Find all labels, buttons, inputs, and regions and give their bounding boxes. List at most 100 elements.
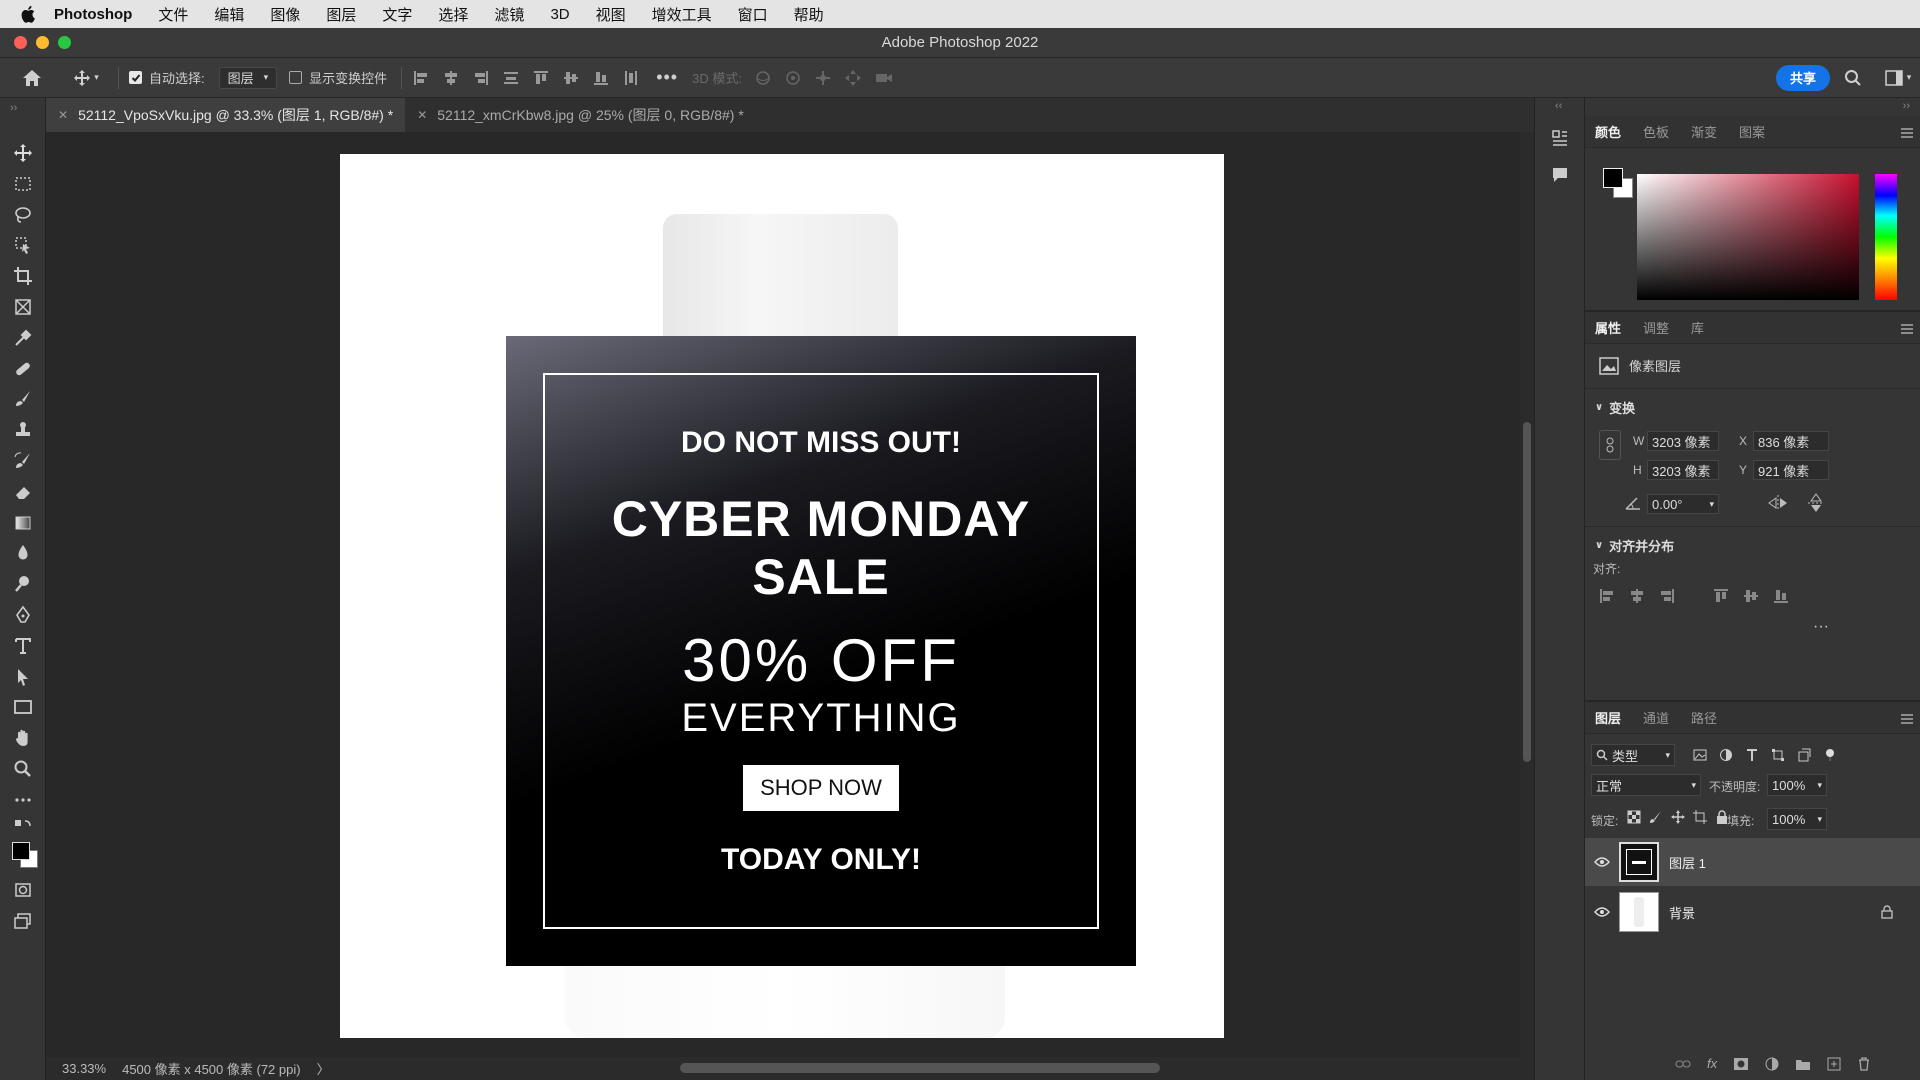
panel-menu-icon[interactable] <box>1901 126 1913 141</box>
tab-swatches[interactable]: 色板 <box>1643 122 1669 141</box>
close-tab-icon[interactable]: ✕ <box>417 108 427 122</box>
collapse-panels-icon[interactable]: ›› <box>1903 100 1910 112</box>
x-position-field[interactable]: 836 像素 <box>1753 431 1829 451</box>
3d-slide-icon[interactable] <box>844 69 862 87</box>
color-swatches[interactable] <box>6 838 40 874</box>
delete-layer-icon[interactable] <box>1857 1056 1871 1071</box>
comments-panel-icon[interactable] <box>1550 165 1570 188</box>
tab-gradients[interactable]: 渐变 <box>1691 122 1717 141</box>
align-middle-icon[interactable] <box>1743 588 1759 604</box>
3d-orbit-icon[interactable] <box>754 69 772 87</box>
filter-pixel-icon[interactable] <box>1693 748 1707 762</box>
new-layer-icon[interactable] <box>1827 1057 1841 1071</box>
new-adjustment-layer-icon[interactable] <box>1765 1057 1779 1071</box>
lock-position-icon[interactable] <box>1671 810 1685 824</box>
layer-row-selected[interactable]: 图层 1 <box>1585 838 1920 886</box>
add-mask-icon[interactable] <box>1733 1057 1749 1071</box>
screen-mode-icon[interactable] <box>6 906 40 936</box>
collapse-strip-icon[interactable]: ‹‹ <box>1555 100 1562 112</box>
history-brush-icon[interactable] <box>6 446 40 476</box>
tab-patterns[interactable]: 图案 <box>1739 122 1765 141</box>
crop-icon[interactable] <box>6 261 40 291</box>
filter-adjustment-icon[interactable] <box>1719 748 1733 762</box>
tab-paths[interactable]: 路径 <box>1691 708 1717 727</box>
foreground-color-chip[interactable] <box>1603 168 1623 188</box>
align-left-edges-icon[interactable] <box>412 69 430 87</box>
layer-style-fx-button[interactable]: fx <box>1707 1056 1717 1071</box>
zoom-level[interactable]: 33.33% <box>62 1061 106 1076</box>
filter-toggle-icon[interactable] <box>1823 748 1837 762</box>
opacity-field[interactable]: 100% ▾ <box>1767 774 1827 796</box>
lock-artboard-icon[interactable] <box>1693 810 1707 824</box>
edit-toolbar-icon[interactable] <box>6 785 40 815</box>
blur-icon[interactable] <box>6 538 40 568</box>
width-field[interactable]: 3203 像素 <box>1647 431 1719 451</box>
menu-photoshop[interactable]: Photoshop <box>54 6 132 23</box>
zoom-window-button[interactable] <box>58 36 71 49</box>
menu-layer[interactable]: 图层 <box>326 4 356 25</box>
eyedropper-icon[interactable] <box>6 323 40 353</box>
menu-plugins[interactable]: 增效工具 <box>652 4 712 25</box>
document-canvas[interactable]: DO NOT MISS OUT! CYBER MONDAY SALE 30% O… <box>340 154 1224 1038</box>
minimize-window-button[interactable] <box>36 36 49 49</box>
align-horizontal-centers-icon[interactable] <box>442 69 460 87</box>
angle-field[interactable]: 0.00° ▾ <box>1647 494 1719 514</box>
align-bottom-edges-icon[interactable] <box>592 69 610 87</box>
home-icon[interactable] <box>0 69 64 87</box>
menu-select[interactable]: 选择 <box>438 4 468 25</box>
brush-icon[interactable] <box>6 384 40 414</box>
eraser-icon[interactable] <box>6 477 40 507</box>
flip-vertical-icon[interactable] <box>1807 492 1825 514</box>
menu-image[interactable]: 图像 <box>270 4 300 25</box>
search-icon[interactable] <box>1830 69 1876 87</box>
menu-edit[interactable]: 编辑 <box>214 4 244 25</box>
move-tool-icon[interactable] <box>6 138 40 168</box>
align-right-icon[interactable] <box>1659 588 1675 604</box>
sale-banner-layer[interactable]: DO NOT MISS OUT! CYBER MONDAY SALE 30% O… <box>506 336 1136 966</box>
show-transform-toggle[interactable]: 显示变换控件 <box>289 68 387 87</box>
tab-layers[interactable]: 图层 <box>1595 708 1621 727</box>
more-align-options[interactable]: ··· <box>1813 618 1829 636</box>
menu-filter[interactable]: 滤镜 <box>494 4 524 25</box>
quick-mask-icon[interactable] <box>6 875 40 905</box>
layer-name[interactable]: 背景 <box>1669 903 1695 922</box>
healing-brush-icon[interactable] <box>6 354 40 384</box>
height-field[interactable]: 3203 像素 <box>1647 460 1719 480</box>
menu-window[interactable]: 窗口 <box>738 4 768 25</box>
fill-field[interactable]: 100% ▾ <box>1767 808 1827 830</box>
path-selection-icon[interactable] <box>6 662 40 692</box>
history-panel-icon[interactable] <box>1550 128 1570 151</box>
menu-3d[interactable]: 3D <box>550 6 569 23</box>
menu-help[interactable]: 帮助 <box>794 4 824 25</box>
lasso-icon[interactable] <box>6 200 40 230</box>
3d-pan-icon[interactable] <box>814 69 832 87</box>
align-top-edges-icon[interactable] <box>532 69 550 87</box>
auto-select-target-dropdown[interactable]: 图层 ▾ <box>218 66 278 89</box>
tab-libraries[interactable]: 库 <box>1691 318 1704 337</box>
distribute-vertical-icon[interactable] <box>502 69 520 87</box>
document-tab[interactable]: ✕ 52112_xmCrKbw8.jpg @ 25% (图层 0, RGB/8#… <box>405 98 756 132</box>
align-right-edges-icon[interactable] <box>472 69 490 87</box>
status-menu-arrow[interactable]: 〉 <box>317 1059 330 1078</box>
pen-icon[interactable] <box>6 600 40 630</box>
align-center-icon[interactable] <box>1629 588 1645 604</box>
rectangular-marquee-icon[interactable] <box>6 169 40 199</box>
layer-filter-dropdown[interactable]: 类型 ▾ <box>1591 744 1675 766</box>
panel-menu-icon[interactable] <box>1901 322 1913 337</box>
filter-smart-object-icon[interactable] <box>1797 748 1811 762</box>
close-window-button[interactable] <box>14 36 27 49</box>
scrollbar-thumb[interactable] <box>1523 422 1531 762</box>
hand-icon[interactable] <box>6 723 40 753</box>
menu-file[interactable]: 文件 <box>158 4 188 25</box>
more-options-icon[interactable]: ••• <box>656 67 678 88</box>
align-vertical-centers-icon[interactable] <box>562 69 580 87</box>
document-tab-active[interactable]: ✕ 52112_VpoSxVku.jpg @ 33.3% (图层 1, RGB/… <box>46 98 406 132</box>
foreground-color-swatch[interactable] <box>11 842 30 861</box>
rectangle-shape-icon[interactable] <box>6 692 40 722</box>
frame-icon[interactable] <box>6 292 40 322</box>
visibility-eye-icon[interactable] <box>1585 907 1619 917</box>
type-icon[interactable] <box>6 631 40 661</box>
dodge-icon[interactable] <box>6 569 40 599</box>
visibility-eye-icon[interactable] <box>1585 857 1619 867</box>
clone-stamp-icon[interactable] <box>6 415 40 445</box>
